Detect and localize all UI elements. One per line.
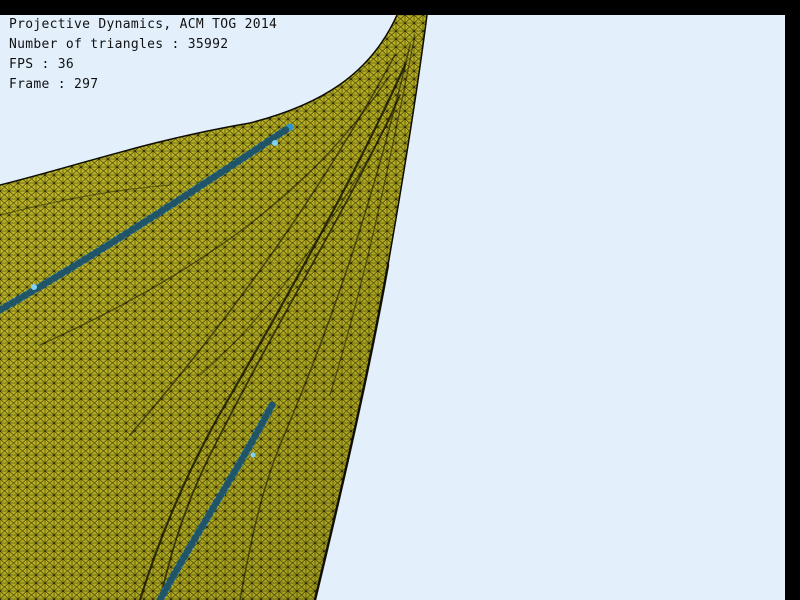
cloth-scene: [0, 15, 785, 600]
app-title: Projective Dynamics, ACM TOG 2014: [9, 17, 278, 32]
window-right-border: [785, 15, 800, 600]
render-viewport[interactable]: Projective Dynamics, ACM TOG 2014 Number…: [0, 15, 785, 600]
fps-counter: FPS : 36: [9, 57, 75, 72]
window-top-border: [0, 0, 800, 15]
stripe-highlight: [272, 140, 278, 146]
stripe-highlight: [250, 452, 256, 458]
stripe-highlight: [31, 284, 37, 290]
stats-overlay: Projective Dynamics, ACM TOG 2014 Number…: [9, 15, 277, 95]
frame-counter: Frame : 297: [9, 77, 99, 92]
triangle-count: Number of triangles : 35992: [9, 37, 229, 52]
simulation-window: Projective Dynamics, ACM TOG 2014 Number…: [0, 0, 800, 600]
